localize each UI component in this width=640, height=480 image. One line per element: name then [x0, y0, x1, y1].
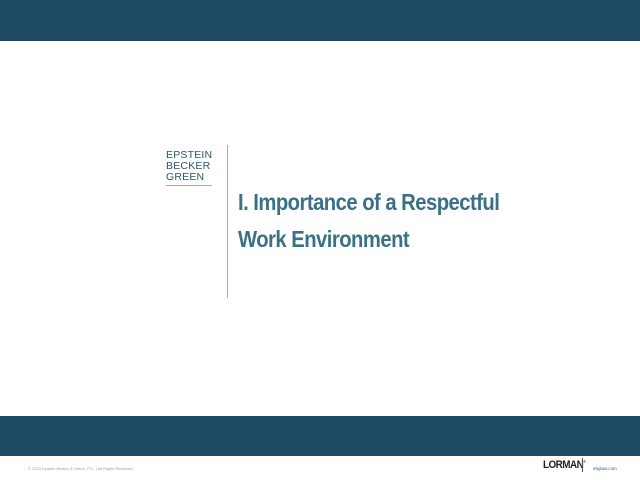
footer-separator — [582, 458, 583, 472]
copyright-text: © 2023 Epstein Becker & Green, P.C. | Al… — [28, 466, 134, 471]
footer-url-link[interactable]: ebglaw.com — [593, 466, 617, 471]
slide-title-line-2: Work Environment — [238, 226, 410, 252]
footer-bar — [0, 416, 640, 456]
slide: EPSTEIN BECKER GREEN I. Importance of a … — [0, 0, 640, 480]
slide-title: I. Importance of a Respectful Work Envir… — [238, 184, 537, 258]
logo-line-green: GREEN — [166, 171, 205, 183]
logo-underline — [166, 185, 212, 186]
lorman-logo: LORMAN® — [543, 459, 586, 471]
vertical-divider — [227, 145, 228, 298]
header-bar — [0, 0, 640, 41]
lorman-logo-text: LORMAN — [543, 459, 584, 471]
lorman-trademark: ® — [583, 459, 586, 464]
slide-title-line-1: I. Importance of a Respectful — [238, 189, 500, 215]
epstein-becker-green-logo: EPSTEIN BECKER GREEN — [166, 150, 212, 186]
